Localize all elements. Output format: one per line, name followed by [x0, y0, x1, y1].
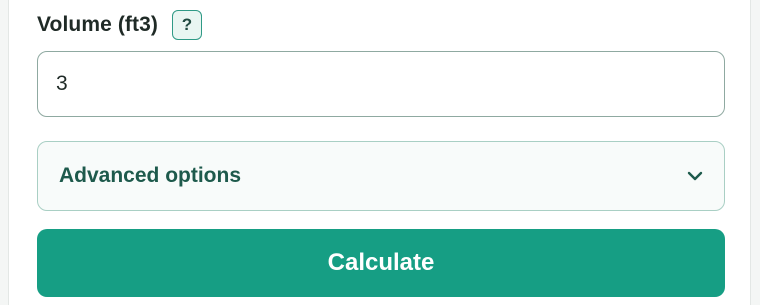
calculator-card: Volume (ft3) ? Advanced options Calculat…	[8, 0, 751, 305]
volume-label: Volume (ft3)	[37, 13, 158, 36]
volume-input-wrapper	[37, 51, 725, 117]
volume-label-row: Volume (ft3) ?	[37, 9, 202, 41]
advanced-options-toggle[interactable]: Advanced options	[37, 141, 725, 211]
volume-input[interactable]	[56, 72, 696, 96]
calculate-button[interactable]: Calculate	[37, 229, 725, 297]
help-button[interactable]: ?	[171, 10, 202, 40]
chevron-down-icon	[686, 167, 704, 185]
advanced-options-label: Advanced options	[59, 164, 242, 187]
